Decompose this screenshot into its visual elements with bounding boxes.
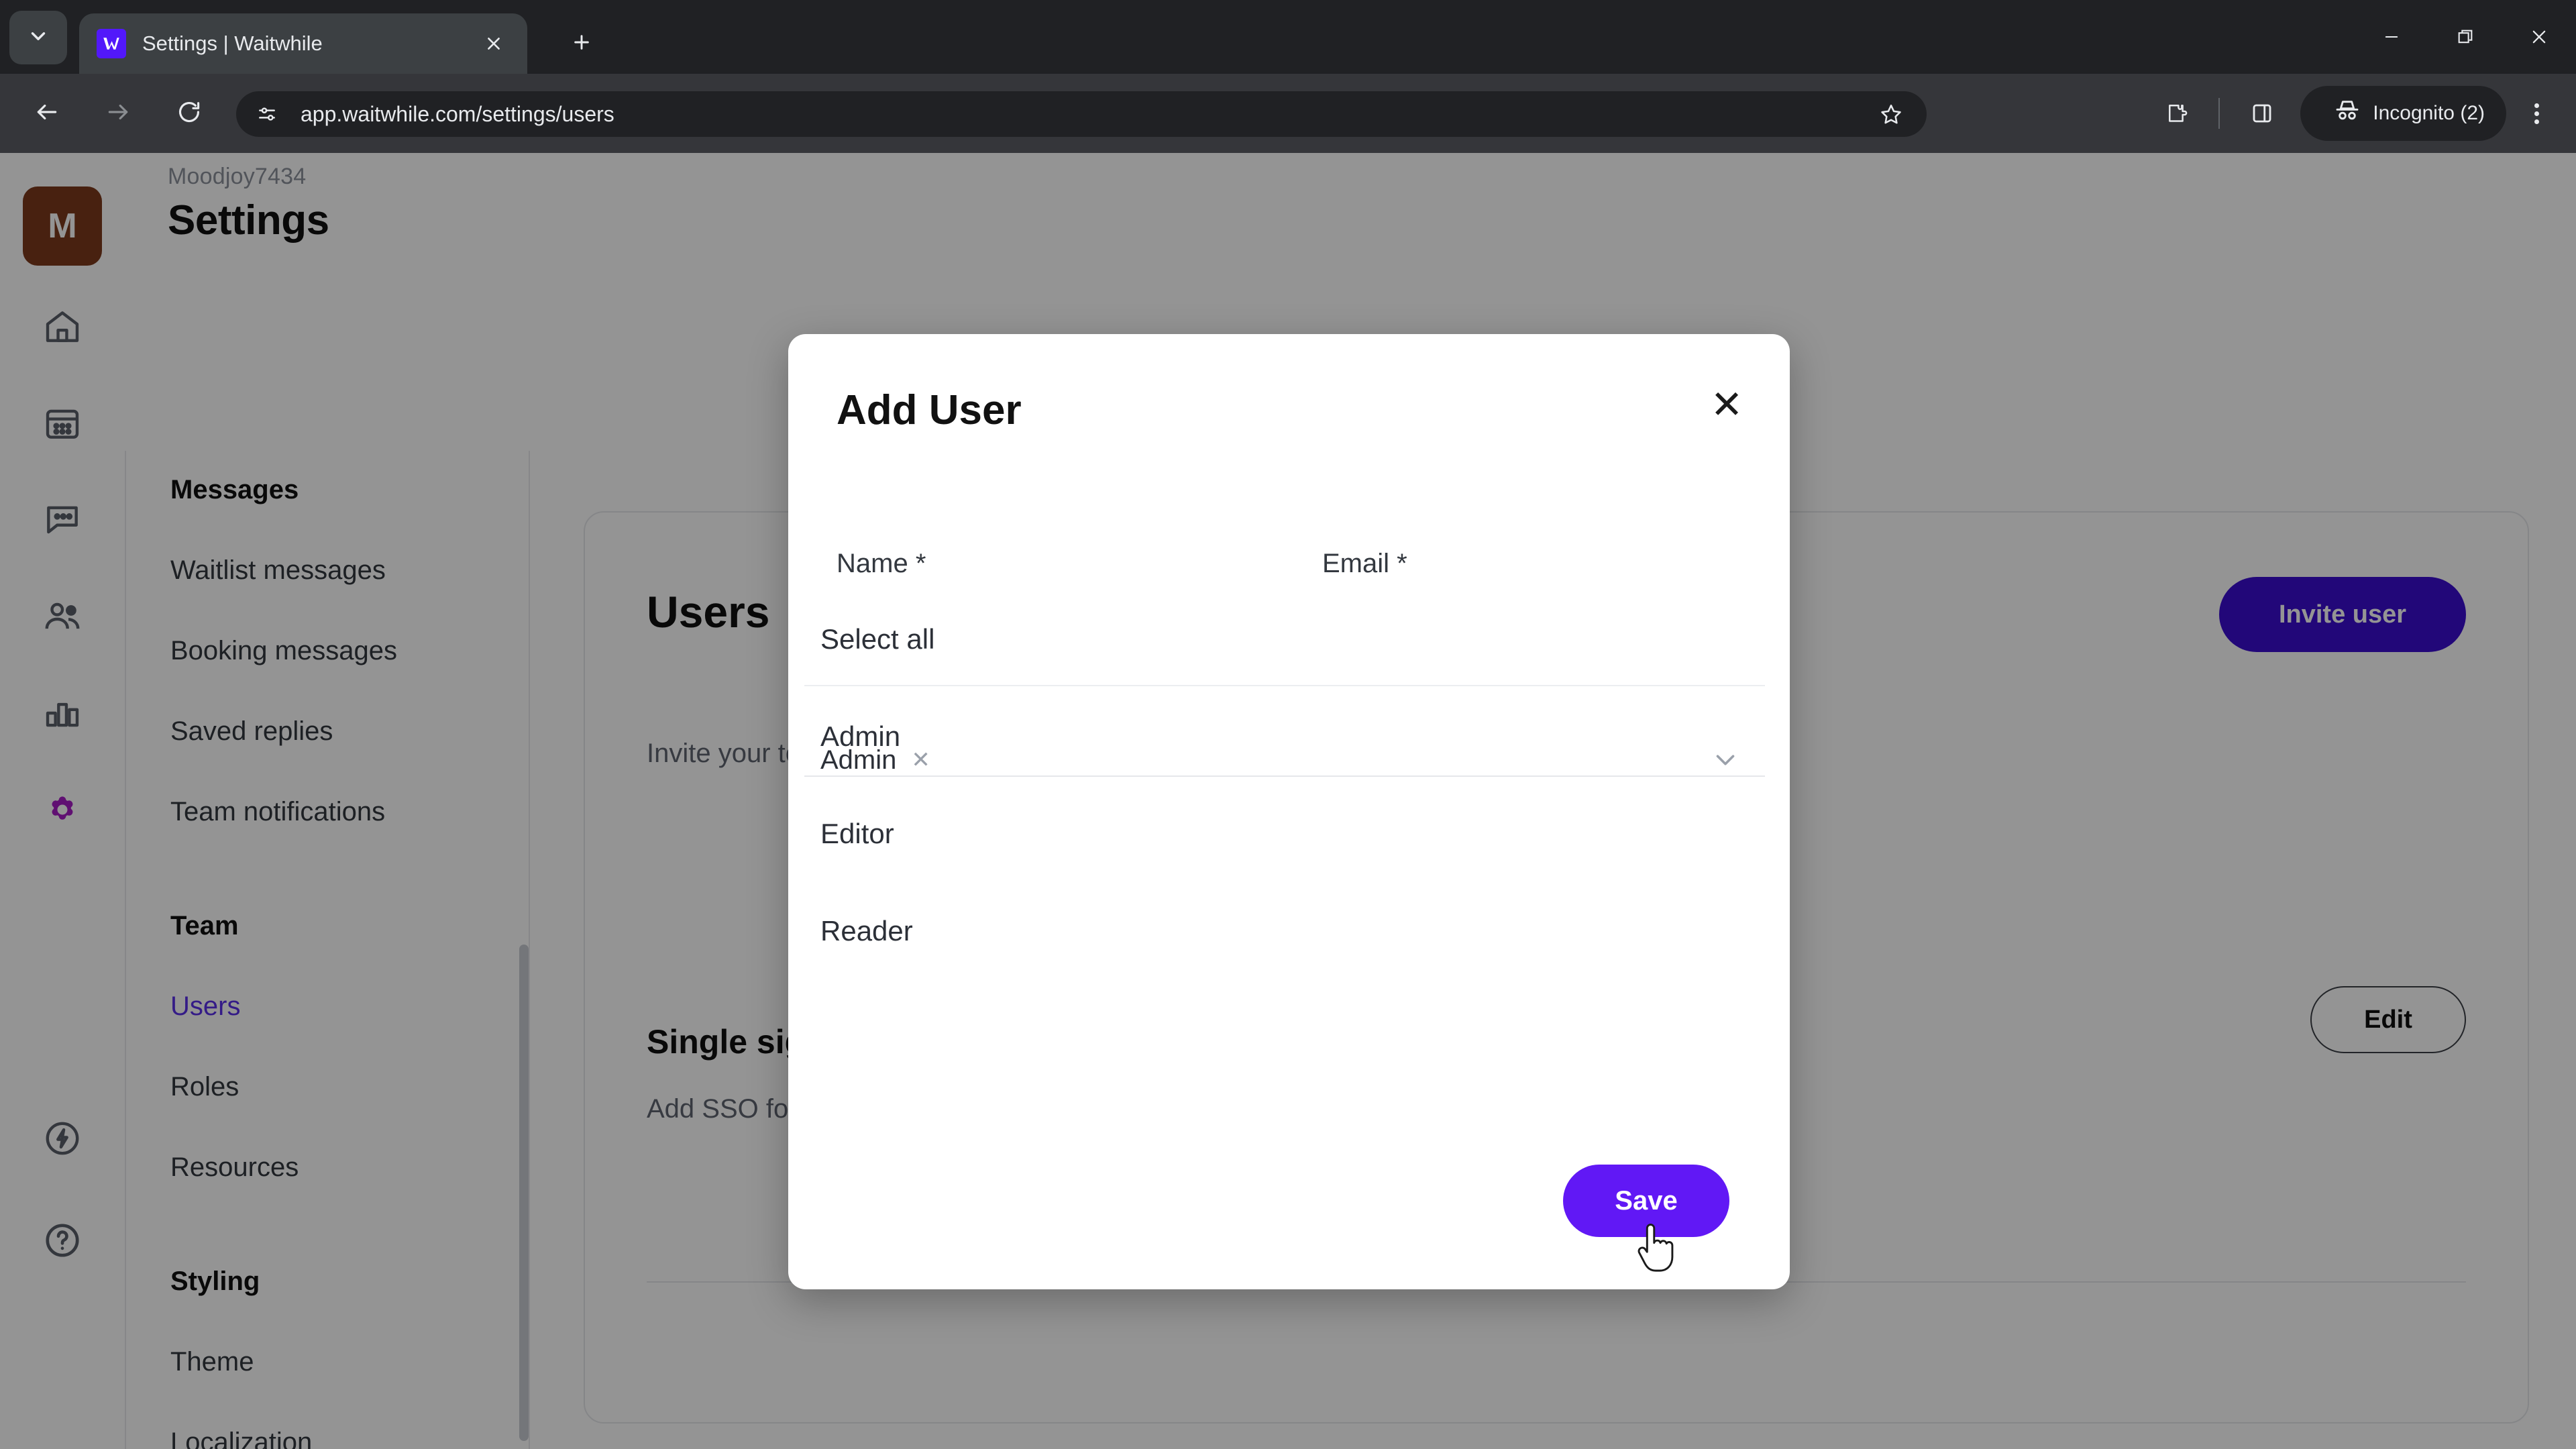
extensions-puzzle-icon[interactable] [2147, 85, 2205, 142]
tab-search-button[interactable] [9, 11, 67, 64]
selected-role-label: Admin [820, 745, 897, 775]
plus-icon [571, 32, 592, 56]
reload-icon [176, 99, 202, 128]
new-tab-button[interactable] [557, 19, 606, 68]
role-select-field[interactable]: Admin ✕ [804, 723, 1765, 797]
star-icon[interactable] [1870, 93, 1912, 135]
waitwhile-logo-icon [97, 29, 126, 58]
close-window-button[interactable] [2502, 0, 2576, 74]
incognito-label: Incognito (2) [2373, 102, 2485, 124]
window-controls [2355, 0, 2576, 74]
reload-button[interactable] [158, 83, 220, 144]
forward-arrow-icon [105, 99, 131, 128]
address-bar[interactable]: app.waitwhile.com/settings/users [236, 91, 1927, 137]
back-arrow-icon [34, 99, 60, 128]
forward-button[interactable] [87, 83, 149, 144]
tab-strip: Settings | Waitwhile [0, 0, 2576, 74]
incognito-indicator[interactable]: Incognito (2) [2300, 86, 2506, 141]
email-field-label: Email * [1322, 549, 1407, 578]
selected-role-chip[interactable]: Admin ✕ [804, 745, 930, 775]
url-text: app.waitwhile.com/settings/users [301, 101, 614, 126]
modal-title: Add User [837, 387, 1022, 433]
chip-close-icon[interactable]: ✕ [911, 747, 930, 773]
toolbar-right-actions: Incognito (2) [2143, 74, 2576, 153]
chevron-down-icon[interactable] [1710, 745, 1741, 775]
incognito-hat-icon [2334, 97, 2361, 129]
minimize-button[interactable] [2355, 0, 2428, 74]
dropdown-option-editor[interactable]: Editor [804, 790, 1765, 877]
dropdown-option-select-all[interactable]: Select all [804, 596, 1765, 683]
close-x-icon[interactable]: ✕ [1703, 381, 1751, 429]
dropdown-option-reader[interactable]: Reader [804, 888, 1765, 975]
site-settings-icon[interactable] [248, 95, 286, 133]
tab-title: Settings | Waitwhile [142, 32, 323, 55]
save-button[interactable]: Save [1563, 1165, 1729, 1237]
tab-close-button[interactable] [478, 28, 510, 60]
name-field-label: Name * [837, 549, 926, 578]
back-button[interactable] [16, 83, 78, 144]
maximize-button[interactable] [2428, 0, 2502, 74]
side-panel-icon[interactable] [2233, 85, 2291, 142]
toolbar-divider [2218, 98, 2220, 129]
browser-tab[interactable]: Settings | Waitwhile [79, 13, 527, 74]
three-dots-menu-icon[interactable] [2512, 89, 2561, 138]
add-user-modal: Add User ✕ Name * Email * Select all Adm… [788, 334, 1790, 1289]
dropdown-divider [804, 685, 1765, 686]
chevron-down-icon [27, 25, 50, 51]
